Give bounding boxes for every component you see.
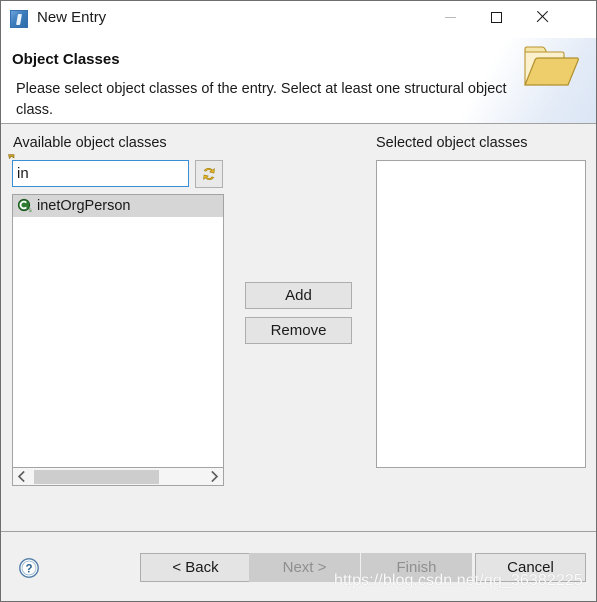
apache-directory-studio-icon (10, 10, 28, 28)
refresh-button[interactable] (195, 160, 223, 188)
folder-icon (524, 46, 579, 86)
text-caret-indicator-icon (8, 154, 15, 160)
next-button: Next > (249, 553, 360, 582)
list-item[interactable]: s inetOrgPerson (13, 195, 223, 217)
selected-object-classes-list[interactable] (376, 160, 586, 468)
svg-text:s: s (29, 207, 33, 214)
available-object-classes-list[interactable]: s inetOrgPerson (12, 194, 224, 468)
new-entry-dialog: New Entry Object Classes Please select o… (0, 0, 597, 602)
back-button[interactable]: < Back (140, 553, 251, 582)
scroll-right-button[interactable] (206, 469, 223, 485)
scroll-left-button[interactable] (13, 469, 30, 485)
finish-button: Finish (361, 553, 472, 582)
close-icon (535, 10, 549, 24)
list-item-label: inetOrgPerson (37, 198, 131, 214)
close-button[interactable] (519, 1, 565, 33)
svg-text:?: ? (25, 563, 32, 575)
page-description: Please select object classes of the entr… (16, 81, 507, 118)
selected-object-classes-label: Selected object classes (376, 135, 528, 151)
add-button[interactable]: Add (245, 282, 352, 309)
remove-button[interactable]: Remove (245, 317, 352, 344)
scrollbar-track[interactable] (30, 469, 206, 485)
object-class-filter-input[interactable] (12, 160, 189, 187)
minimize-icon (444, 16, 456, 18)
chevron-right-icon (211, 471, 219, 482)
scrollbar-thumb[interactable] (34, 469, 159, 484)
maximize-icon (490, 11, 502, 23)
minimize-button[interactable] (427, 1, 473, 33)
available-list-horizontal-scrollbar[interactable] (12, 468, 224, 486)
dialog-footer: ? < Back Next > Finish Cancel (1, 533, 596, 601)
help-icon[interactable]: ? (18, 557, 40, 579)
window-title: New Entry (37, 9, 107, 26)
object-class-structural-icon: s (17, 198, 33, 214)
maximize-button[interactable] (473, 1, 519, 33)
chevron-left-icon (17, 471, 25, 482)
refresh-icon (203, 168, 215, 180)
dialog-body: Available object classes Selected object… (1, 124, 596, 532)
available-object-classes-label: Available object classes (13, 135, 167, 151)
title-bar: New Entry (1, 1, 596, 38)
wizard-header: Object Classes Please select object clas… (1, 38, 596, 124)
cancel-button[interactable]: Cancel (475, 553, 586, 582)
page-title: Object Classes (12, 51, 120, 68)
